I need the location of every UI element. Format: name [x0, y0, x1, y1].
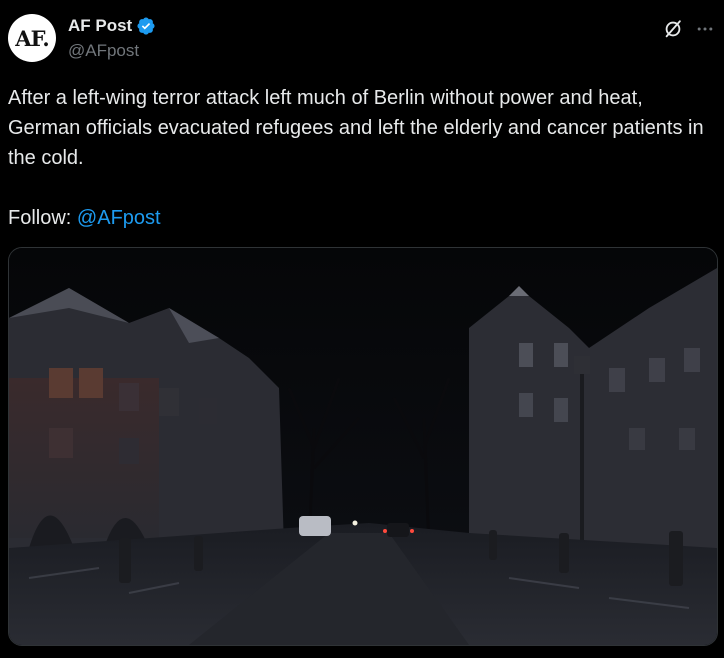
avatar[interactable]: AF. [8, 14, 56, 62]
grok-icon[interactable] [660, 16, 686, 42]
follow-label: Follow: [8, 207, 72, 229]
follow-line: Follow: @AFpost [8, 203, 708, 233]
post-image[interactable] [8, 247, 718, 646]
verified-badge-icon[interactable] [136, 16, 156, 36]
author-display-name[interactable]: AF Post [68, 16, 132, 36]
avatar-logo-text: AF. [15, 25, 49, 51]
post-text: After a left-wing terror attack left muc… [8, 87, 704, 169]
mention-link[interactable]: @AFpost [77, 207, 161, 229]
dark-street-photo [9, 248, 717, 645]
author-name-row: AF Post [68, 16, 156, 36]
author-handle[interactable]: @AFpost [68, 41, 139, 61]
post-body: After a left-wing terror attack left muc… [8, 83, 708, 233]
more-icon[interactable] [692, 16, 718, 42]
